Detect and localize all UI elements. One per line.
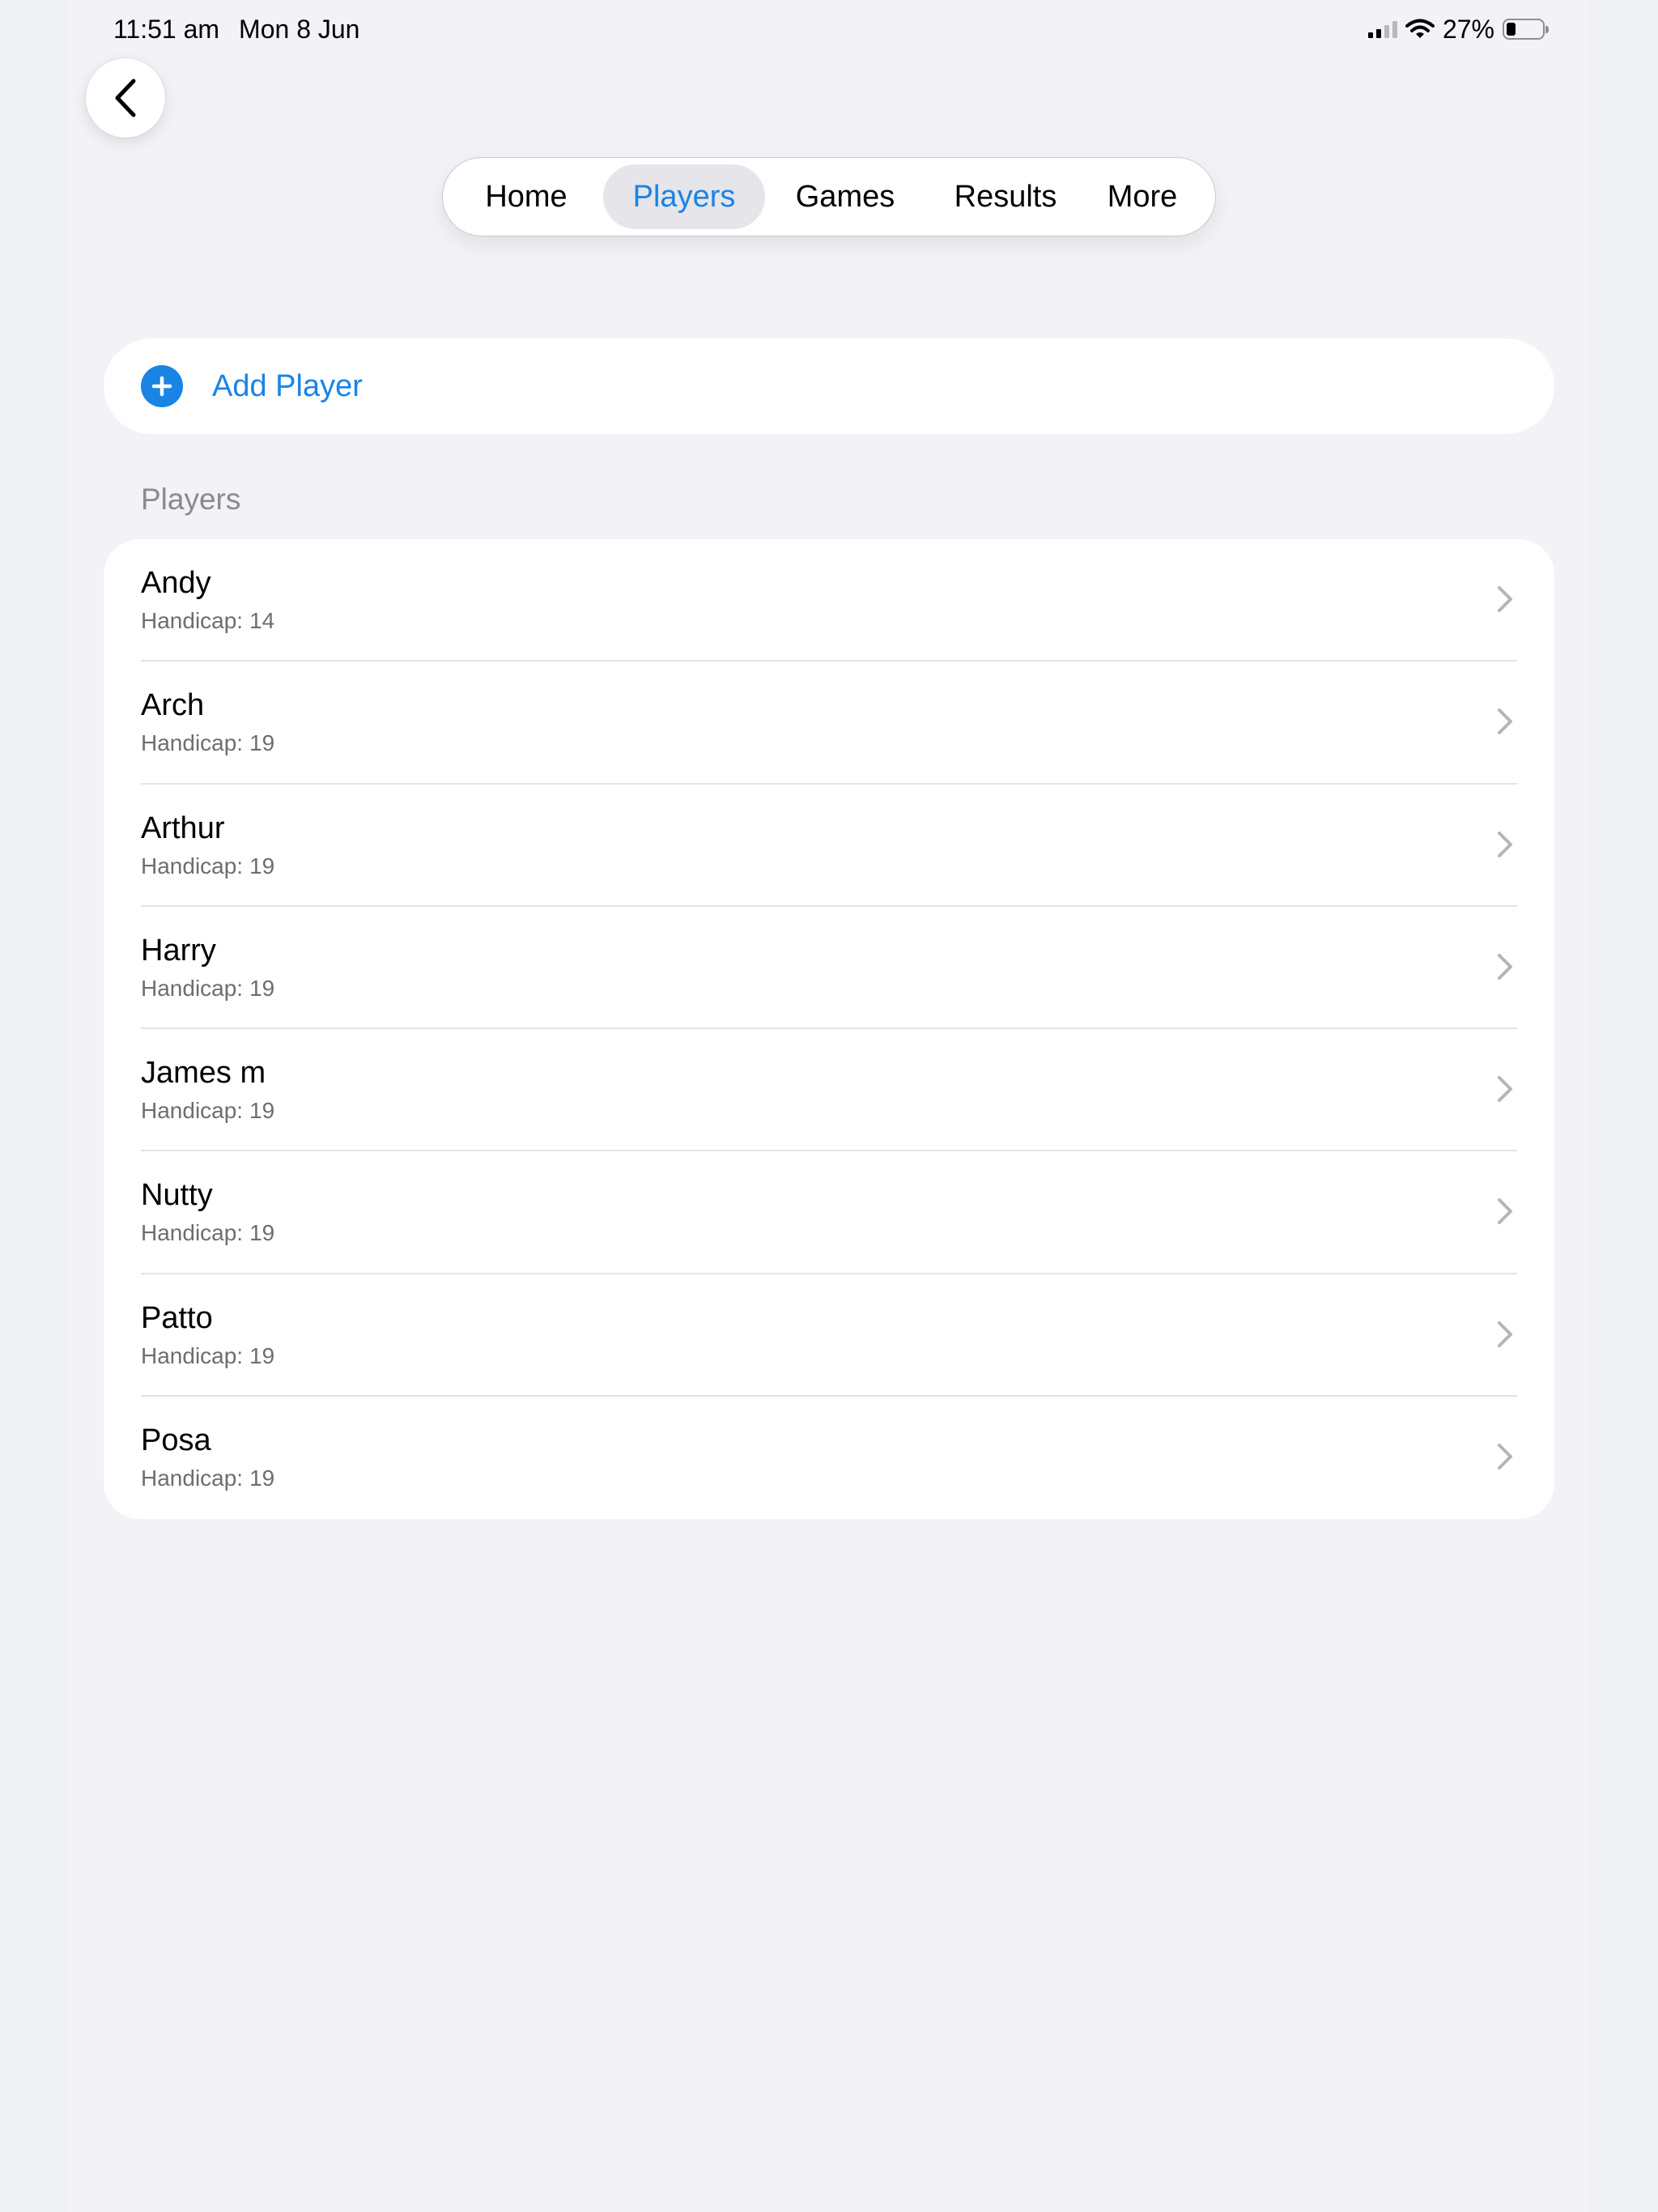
chevron-right-icon [1498, 1443, 1512, 1470]
player-name: Harry [141, 933, 216, 968]
player-list: Andy Handicap: 14 Arch Handicap: 19 Arthur Hand… [104, 539, 1554, 1519]
handicap-label: Handicap: [141, 1465, 244, 1491]
player-name: Patto [141, 1300, 213, 1335]
handicap-value: 19 [249, 975, 275, 1001]
battery-icon [1503, 19, 1549, 40]
handicap-label: Handicap: [141, 730, 244, 756]
chevron-right-icon [1498, 831, 1512, 857]
tab-games[interactable]: Games [765, 164, 925, 229]
handicap-label: Handicap: [141, 1220, 244, 1246]
player-handicap: Handicap: 19 [141, 1219, 274, 1247]
battery-percentage: 27% [1442, 14, 1494, 44]
player-name: Andy [141, 566, 211, 600]
handicap-value: 19 [249, 1220, 275, 1246]
player-name: Nutty [141, 1178, 213, 1213]
player-handicap: Handicap: 19 [141, 1465, 274, 1492]
chevron-right-icon [1498, 953, 1512, 980]
status-time: 11:51 am [113, 15, 220, 44]
chevron-right-icon [1498, 1198, 1512, 1225]
handicap-value: 19 [249, 1098, 275, 1123]
chevron-right-icon [1498, 586, 1512, 612]
chevron-right-icon [1498, 708, 1512, 735]
cellular-signal-icon [1367, 20, 1397, 38]
handicap-label: Handicap: [141, 975, 244, 1001]
section-header-players: Players [141, 483, 241, 516]
tab-results[interactable]: Results [925, 164, 1086, 229]
status-bar-left: 11:51 am Mon 8 Jun [113, 13, 359, 45]
battery-level-fill [1507, 23, 1516, 36]
chevron-left-icon [115, 79, 136, 117]
player-handicap: Handicap: 19 [141, 730, 274, 757]
player-name: Arthur [141, 810, 225, 845]
wifi-icon [1405, 19, 1435, 38]
back-button[interactable] [86, 58, 165, 138]
player-row[interactable]: Posa Handicap: 19 [104, 1397, 1554, 1519]
player-row[interactable]: Harry Handicap: 19 [104, 907, 1554, 1029]
handicap-label: Handicap: [141, 853, 244, 878]
player-row[interactable]: Andy Handicap: 14 [104, 539, 1554, 662]
add-player-label: Add Player [212, 368, 363, 403]
player-row[interactable]: Arch Handicap: 19 [104, 661, 1554, 785]
tab-bar: Home Players Games Results More [442, 157, 1216, 236]
player-name: Posa [141, 1423, 211, 1457]
tab-more[interactable]: More [1086, 164, 1199, 229]
player-name: James m [141, 1056, 266, 1090]
player-handicap: Handicap: 19 [141, 1097, 274, 1125]
player-row[interactable]: Patto Handicap: 19 [104, 1274, 1554, 1397]
handicap-value: 19 [249, 853, 275, 878]
plus-circle-icon [141, 365, 183, 407]
handicap-label: Handicap: [141, 1098, 244, 1123]
player-handicap: Handicap: 19 [141, 975, 274, 1002]
handicap-value: 14 [249, 608, 275, 633]
status-bar-right: 27% [1367, 13, 1549, 45]
handicap-value: 19 [249, 730, 275, 756]
handicap-value: 19 [249, 1465, 275, 1491]
player-row[interactable]: Nutty Handicap: 19 [104, 1151, 1554, 1274]
player-row[interactable]: James m Handicap: 19 [104, 1029, 1554, 1152]
status-date: Mon 8 Jun [239, 15, 360, 44]
player-name: Arch [141, 688, 205, 723]
handicap-label: Handicap: [141, 1342, 244, 1368]
player-handicap: Handicap: 19 [141, 853, 274, 880]
tab-home[interactable]: Home [449, 164, 603, 229]
add-player-button[interactable]: Add Player [104, 338, 1554, 434]
chevron-right-icon [1498, 1076, 1512, 1102]
handicap-value: 19 [249, 1342, 275, 1368]
player-handicap: Handicap: 19 [141, 1342, 274, 1370]
tab-players[interactable]: Players [603, 164, 765, 229]
player-handicap: Handicap: 14 [141, 607, 274, 635]
player-row[interactable]: Arthur Handicap: 19 [104, 785, 1554, 907]
handicap-label: Handicap: [141, 608, 244, 633]
chevron-right-icon [1498, 1321, 1512, 1347]
